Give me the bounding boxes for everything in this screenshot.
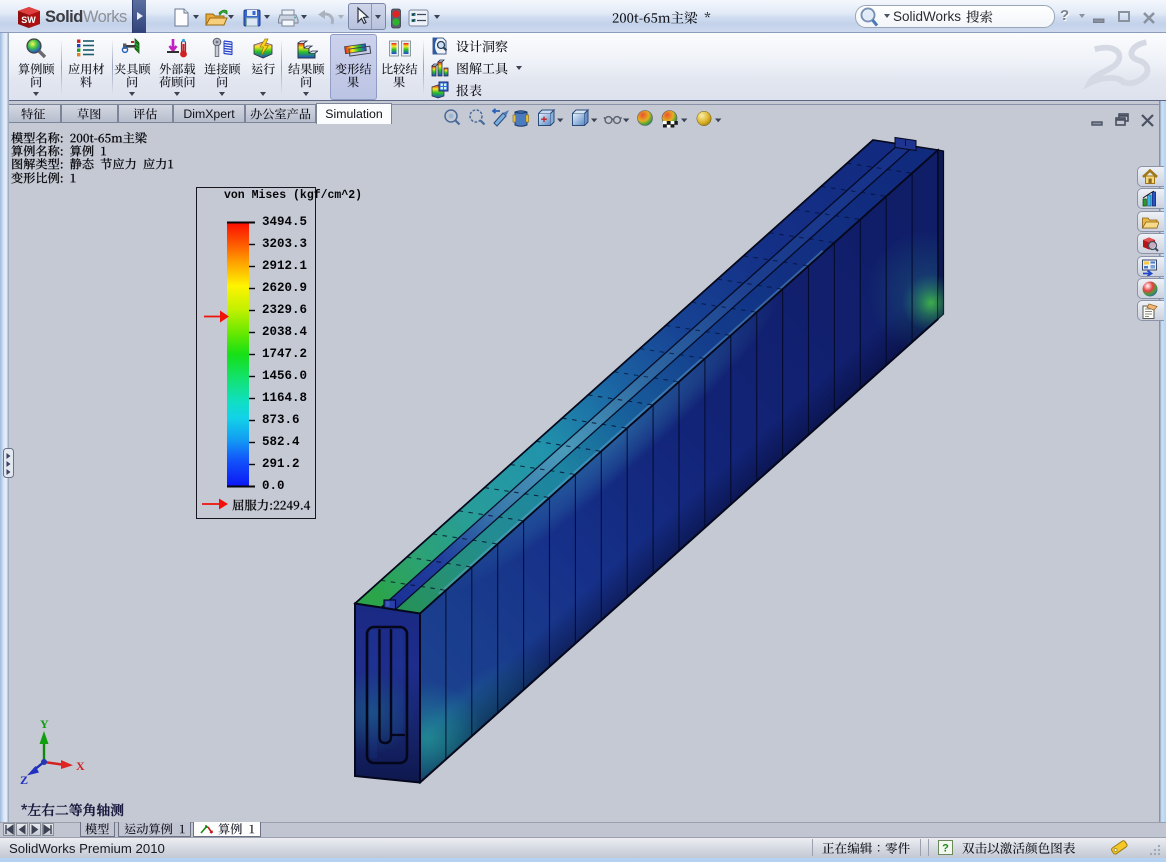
svg-text:Z: Z bbox=[20, 773, 28, 787]
svg-text:X: X bbox=[76, 759, 85, 773]
svg-text:Y: Y bbox=[40, 717, 49, 731]
svg-text:?: ? bbox=[942, 843, 949, 855]
